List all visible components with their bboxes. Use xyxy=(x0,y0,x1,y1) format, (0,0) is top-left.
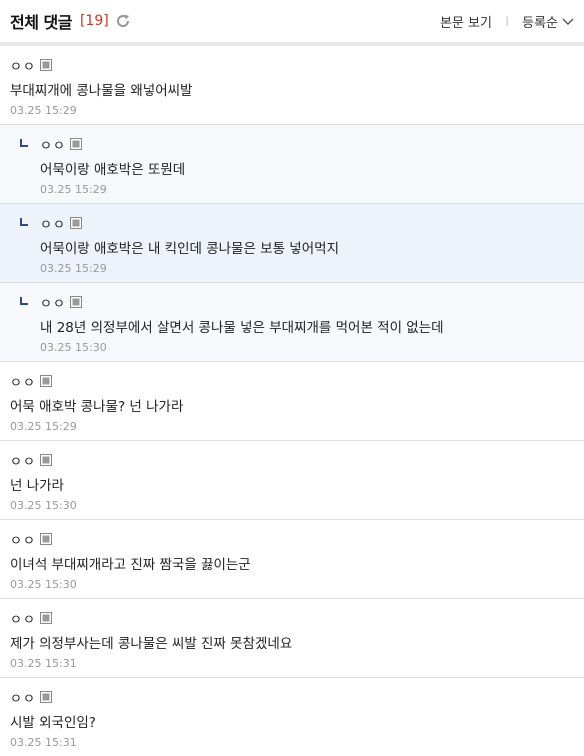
comment-author[interactable]: ㅇㅇ xyxy=(40,135,66,154)
comment-date: 03.25 15:29 xyxy=(10,104,77,117)
comment-author-row: ㅇㅇ xyxy=(10,609,574,628)
comment-item: ㅇㅇ 제가 의정부사는데 콩나물은 씨발 진짜 못참겠네요 03.25 15:31 xyxy=(0,599,584,678)
comment-text: 어묵이랑 애호박은 내 킥인데 콩나물은 보통 넣어먹지 xyxy=(40,241,339,257)
comment-text: 이녀석 부대찌개라고 진짜 짬국을 끓이는군 xyxy=(10,557,251,573)
comment-author-row: ㅇㅇ xyxy=(40,214,574,233)
comment-date: 03.25 15:31 xyxy=(10,736,77,749)
comment-author-row: ㅇㅇ xyxy=(10,451,574,470)
memo-icon[interactable] xyxy=(39,533,52,545)
comment-date: 03.25 15:30 xyxy=(10,578,77,591)
comment-list: ㅇㅇ 부대찌개에 콩나물을 왜넣어씨발 03.25 15:29 ㅇㅇ 어묵이랑 애호박은… xyxy=(0,46,584,756)
chevron-down-icon[interactable] xyxy=(562,15,574,27)
refresh-icon[interactable] xyxy=(115,13,131,29)
comment-item: ㅇㅇ 부대찌개에 콩나물을 왜넣어씨발 03.25 15:29 xyxy=(0,46,584,125)
comment-item: ㅇㅇ 시발 외국인임? 03.25 15:31 xyxy=(0,678,584,756)
comment-item: ㅇㅇ 이녀석 부대찌개라고 진짜 짬국을 끓이는군 03.25 15:30 xyxy=(0,520,584,599)
view-body-link[interactable]: 본문 보기 xyxy=(440,12,492,31)
comment-count: [19] xyxy=(79,13,109,29)
comment-author[interactable]: ㅇㅇ xyxy=(10,609,36,628)
comment-date: 03.25 15:30 xyxy=(40,341,107,354)
comment-author-row: ㅇㅇ xyxy=(10,688,574,707)
comment-author[interactable]: ㅇㅇ xyxy=(40,293,66,312)
comment-text: 어묵이랑 애호박은 또뭔데 xyxy=(40,162,186,178)
memo-icon[interactable] xyxy=(39,612,52,624)
reply-arrow-icon xyxy=(20,297,28,305)
sort-dropdown[interactable]: 등록순 xyxy=(522,12,558,31)
sort-label: 등록순 xyxy=(522,15,558,31)
comment-author-row: ㅇㅇ xyxy=(10,56,574,75)
comment-author-row: ㅇㅇ xyxy=(40,135,574,154)
comment-date: 03.25 15:30 xyxy=(10,499,77,512)
comment-text: 내 28년 의정부에서 살면서 콩나물 넣은 부대찌개를 먹어본 적이 없는데 xyxy=(40,320,444,336)
reply-arrow-icon xyxy=(20,139,28,147)
memo-icon[interactable] xyxy=(69,296,82,308)
memo-icon[interactable] xyxy=(69,138,82,150)
comment-author-row: ㅇㅇ xyxy=(40,293,574,312)
memo-icon[interactable] xyxy=(39,59,52,71)
comment-text: 제가 의정부사는데 콩나물은 씨발 진짜 못참겠네요 xyxy=(10,636,293,652)
comment-date: 03.25 15:29 xyxy=(40,262,107,275)
comment-text: 어묵 애호박 콩나물? 넌 나가라 xyxy=(10,399,184,415)
comment-date: 03.25 15:31 xyxy=(10,657,77,670)
comment-date: 03.25 15:29 xyxy=(10,420,77,433)
reply-arrow-icon xyxy=(20,218,28,226)
comment-item: ㅇㅇ 어묵 애호박 콩나물? 넌 나가라 03.25 15:29 xyxy=(0,362,584,441)
header-left: 전체 댓글 [19] xyxy=(10,9,131,33)
comment-author[interactable]: ㅇㅇ xyxy=(10,451,36,470)
comment-text: 부대찌개에 콩나물을 왜넣어씨발 xyxy=(10,83,193,99)
comments-title: 전체 댓글 xyxy=(10,13,72,32)
comment-author-row: ㅇㅇ xyxy=(10,372,574,391)
memo-icon[interactable] xyxy=(69,217,82,229)
memo-icon[interactable] xyxy=(39,375,52,387)
comment-author[interactable]: ㅇㅇ xyxy=(10,372,36,391)
comment-header: 전체 댓글 [19] 본문 보기 ㅣ 등록순 xyxy=(0,0,584,42)
memo-icon[interactable] xyxy=(39,691,52,703)
comment-author[interactable]: ㅇㅇ xyxy=(10,56,36,75)
header-right: 본문 보기 ㅣ 등록순 xyxy=(440,12,574,31)
comment-item: ㅇㅇ 넌 나가라 03.25 15:30 xyxy=(0,441,584,520)
comment-date: 03.25 15:29 xyxy=(40,183,107,196)
reply-comment: ㅇㅇ 내 28년 의정부에서 살면서 콩나물 넣은 부대찌개를 먹어본 적이 없는… xyxy=(0,283,584,362)
memo-icon[interactable] xyxy=(39,454,52,466)
comment-author[interactable]: ㅇㅇ xyxy=(40,214,66,233)
comment-author[interactable]: ㅇㅇ xyxy=(10,688,36,707)
comment-text: 넌 나가라 xyxy=(10,478,64,494)
reply-comment: ㅇㅇ 어묵이랑 애호박은 내 킥인데 콩나물은 보통 넣어먹지 03.25 15:2… xyxy=(0,204,584,283)
comment-text: 시발 외국인임? xyxy=(10,715,96,731)
comment-author[interactable]: ㅇㅇ xyxy=(10,530,36,549)
comment-author-row: ㅇㅇ xyxy=(10,530,574,549)
header-separator: ㅣ xyxy=(501,15,513,28)
reply-comment: ㅇㅇ 어묵이랑 애호박은 또뭔데 03.25 15:29 xyxy=(0,125,584,204)
